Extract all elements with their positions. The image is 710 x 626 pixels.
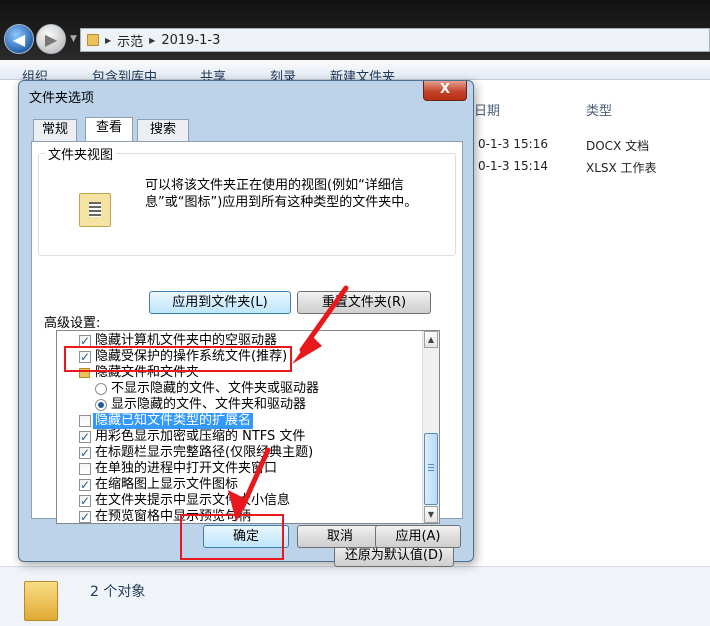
scroll-down-arrow-icon[interactable]: ▼ — [424, 506, 438, 523]
address-bar[interactable]: ▶ 示范 ▶ 2019-1-3 — [80, 28, 710, 52]
setting-separate-process[interactable]: 在单独的进程中打开文件夹窗口 — [57, 461, 423, 477]
column-type[interactable]: 类型 — [586, 100, 612, 119]
file-type: XLSX 工作表 — [586, 161, 657, 175]
setting-thumbnail-icons[interactable]: 在缩略图上显示文件图标 — [57, 477, 423, 493]
setting-label: 用彩色显示加密或压缩的 NTFS 文件 — [95, 429, 306, 444]
radio-button[interactable] — [95, 399, 107, 411]
folder-options-dialog: 文件夹选项 X 常规 查看 搜索 文件夹视图 可以将该文件夹正在使用的视图(例如… — [18, 80, 474, 567]
checkbox[interactable] — [79, 493, 91, 509]
scrollbar-thumb[interactable] — [424, 433, 438, 505]
highlight-box-ok — [180, 514, 284, 560]
folder-views-legend: 文件夹视图 — [48, 148, 114, 163]
setting-label: 在单独的进程中打开文件夹窗口 — [95, 461, 278, 476]
vertical-scrollbar[interactable]: ▲ ▼ — [422, 331, 439, 523]
advanced-settings-label: 高级设置: — [44, 316, 101, 331]
history-chevron-down-icon[interactable]: ▼ — [70, 34, 77, 44]
close-button[interactable]: X — [423, 81, 467, 101]
reset-folders-button[interactable]: 重置文件夹(R) — [297, 291, 431, 314]
folder-views-group: 文件夹视图 可以将该文件夹正在使用的视图(例如“详细信息”或“图标”)应用到所有… — [38, 144, 456, 314]
file-type: DOCX 文档 — [586, 139, 650, 153]
details-pane: 2 个对象 — [0, 566, 710, 626]
explorer-toolbar: 组织 包含到库中 共享 刻录 新建文件夹 — [0, 60, 710, 85]
setting-label: 显示隐藏的文件、文件夹和驱动器 — [111, 397, 307, 412]
back-arrow-icon[interactable]: ◀ — [4, 24, 34, 54]
setting-dont-show-hidden[interactable]: 不显示隐藏的文件、文件夹或驱动器 — [57, 381, 423, 397]
apply-button[interactable]: 应用(A) — [375, 525, 461, 548]
dialog-title: 文件夹选项 — [29, 91, 95, 106]
file-date: 0-1-3 15:14 — [478, 159, 548, 173]
setting-label: 在标题栏显示完整路径(仅限经典主题) — [95, 445, 314, 460]
chevron-right-icon[interactable]: ▶ — [105, 36, 111, 45]
forward-arrow-icon[interactable]: ▶ — [36, 24, 66, 54]
object-count: 2 个对象 — [90, 584, 146, 600]
apply-to-folders-button[interactable]: 应用到文件夹(L) — [149, 291, 291, 314]
tab-general[interactable]: 常规 — [33, 119, 77, 141]
setting-show-hidden[interactable]: 显示隐藏的文件、文件夹和驱动器 — [57, 397, 423, 413]
setting-label: 不显示隐藏的文件、文件夹或驱动器 — [111, 381, 320, 396]
setting-label: 在缩略图上显示文件图标 — [95, 477, 239, 492]
setting-size-in-tips[interactable]: 在文件夹提示中显示文件大小信息 — [57, 493, 423, 509]
checkbox[interactable] — [79, 477, 91, 493]
file-row[interactable]: 0-1-3 15:16 DOCX 文档 — [470, 134, 710, 156]
setting-label: 在文件夹提示中显示文件大小信息 — [95, 493, 291, 508]
breadcrumb-item[interactable]: 示范 — [117, 31, 143, 50]
view-tab-panel: 文件夹视图 可以将该文件夹正在使用的视图(例如“详细信息”或“图标”)应用到所有… — [31, 141, 463, 567]
setting-color-ntfs[interactable]: 用彩色显示加密或压缩的 NTFS 文件 — [57, 429, 423, 445]
tab-search[interactable]: 搜索 — [137, 119, 189, 141]
folder-icon — [87, 34, 99, 46]
chevron-right-icon[interactable]: ▶ — [149, 36, 155, 45]
highlight-box-extensions — [64, 346, 292, 372]
tab-view[interactable]: 查看 — [85, 117, 133, 141]
cancel-button[interactable]: 取消 — [297, 525, 383, 548]
setting-hide-extensions[interactable]: 隐藏已知文件类型的扩展名 — [57, 413, 423, 429]
folder-views-description: 可以将该文件夹正在使用的视图(例如“详细信息”或“图标”)应用到所有这种类型的文… — [145, 178, 418, 210]
checkbox[interactable] — [79, 509, 91, 523]
setting-full-path-title[interactable]: 在标题栏显示完整路径(仅限经典主题) — [57, 445, 423, 461]
checkbox[interactable] — [79, 445, 91, 461]
folder-view-icon — [79, 193, 111, 227]
breadcrumb-item[interactable]: 2019-1-3 — [161, 33, 220, 48]
scroll-up-arrow-icon[interactable]: ▲ — [424, 331, 438, 348]
checkbox[interactable] — [79, 463, 91, 475]
checkbox[interactable] — [79, 415, 91, 427]
column-date[interactable]: 日期 — [474, 100, 500, 119]
file-list-header: 日期 类型 — [470, 96, 710, 120]
file-date: 0-1-3 15:16 — [478, 137, 548, 151]
radio-button[interactable] — [95, 383, 107, 395]
setting-label: 隐藏已知文件类型的扩展名 — [93, 413, 254, 429]
checkbox[interactable] — [79, 429, 91, 445]
file-row[interactable]: 0-1-3 15:14 XLSX 工作表 — [470, 156, 710, 178]
folder-icon — [24, 581, 58, 621]
explorer-title-bar: ◀ ▶ ▼ ▶ 示范 ▶ 2019-1-3 — [0, 0, 710, 60]
